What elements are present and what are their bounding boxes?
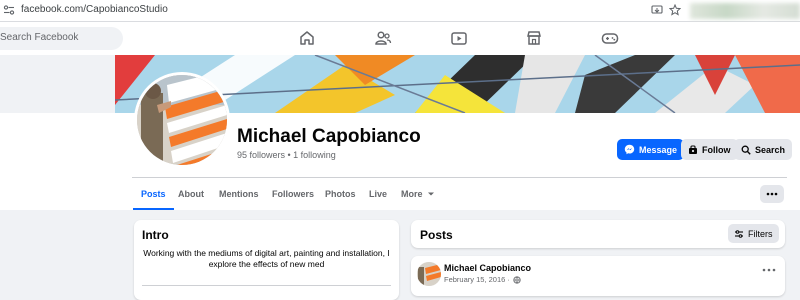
follow-button[interactable]: Follow (681, 139, 738, 160)
address-url[interactable]: facebook.com/CapobiancoStudio (21, 4, 168, 15)
filters-icon (735, 229, 743, 238)
ellipsis-icon (766, 192, 778, 196)
follow-button-label: Follow (702, 144, 731, 155)
tab-posts-label: Posts (141, 189, 166, 199)
intro-divider (142, 285, 391, 286)
posts-title: Posts (420, 228, 453, 242)
messenger-icon (624, 144, 635, 155)
facebook-top-nav: Search Facebook (0, 22, 800, 55)
video-icon[interactable] (450, 29, 468, 47)
follow-icon (689, 144, 697, 154)
post-author-avatar[interactable] (417, 262, 441, 286)
chevron-down-icon (427, 192, 434, 196)
install-app-icon[interactable] (651, 4, 663, 16)
tab-about[interactable]: About (178, 178, 204, 210)
tab-posts[interactable]: Posts (133, 178, 174, 210)
message-button[interactable]: Message (617, 139, 685, 160)
more-options-button[interactable] (760, 185, 784, 203)
gaming-icon[interactable] (601, 29, 619, 47)
home-icon[interactable] (298, 29, 316, 47)
search-button-label: Search (755, 144, 786, 155)
tab-mentions-label: Mentions (219, 189, 259, 199)
tab-more[interactable]: More (401, 178, 435, 210)
intro-bio: Working with the mediums of digital art,… (143, 248, 390, 269)
intro-card: Intro Working with the mediums of digita… (134, 220, 399, 300)
browser-address-bar: facebook.com/CapobiancoStudio (0, 0, 800, 22)
tab-photos[interactable]: Photos (325, 178, 356, 210)
profile-avatar[interactable] (134, 72, 230, 168)
profile-name: Michael Capobianco (237, 126, 421, 147)
post-card: Michael Capobianco February 15, 2016 · (411, 256, 785, 296)
site-info-icon[interactable] (3, 4, 15, 16)
message-button-label: Message (639, 144, 678, 155)
post-date[interactable]: February 15, 2016 · (444, 275, 510, 284)
post-options-icon[interactable] (760, 264, 778, 276)
search-placeholder: Search Facebook (0, 32, 79, 43)
friends-icon[interactable] (374, 29, 392, 47)
tab-more-label: More (401, 189, 423, 199)
globe-icon (513, 275, 521, 284)
intro-title: Intro (142, 228, 169, 242)
bookmark-star-icon[interactable] (669, 4, 681, 16)
active-tab-indicator (133, 208, 174, 210)
avatar-photo (137, 75, 227, 165)
profile-header: Michael Capobianco 95 followers • 1 foll… (0, 113, 800, 210)
tab-about-label: About (178, 189, 204, 199)
tab-live[interactable]: Live (369, 178, 387, 210)
profile-search-button[interactable]: Search (734, 139, 793, 160)
follower-counts[interactable]: 95 followers • 1 following (237, 150, 336, 160)
tab-photos-label: Photos (325, 189, 356, 199)
tab-followers-label: Followers (272, 189, 315, 199)
tab-mentions[interactable]: Mentions (219, 178, 259, 210)
post-author-name[interactable]: Michael Capobianco (444, 263, 531, 273)
filters-label: Filters (748, 228, 773, 239)
posts-header-card: Posts Filters (411, 220, 785, 248)
search-icon (741, 145, 751, 155)
tab-live-label: Live (369, 189, 388, 199)
filters-button[interactable]: Filters (728, 224, 779, 243)
extensions-area (690, 3, 800, 19)
post-meta: February 15, 2016 · (444, 275, 521, 284)
tab-followers[interactable]: Followers (272, 178, 314, 210)
search-input[interactable]: Search Facebook (0, 27, 123, 50)
post-avatar-photo (417, 262, 441, 286)
marketplace-icon[interactable] (525, 29, 543, 47)
